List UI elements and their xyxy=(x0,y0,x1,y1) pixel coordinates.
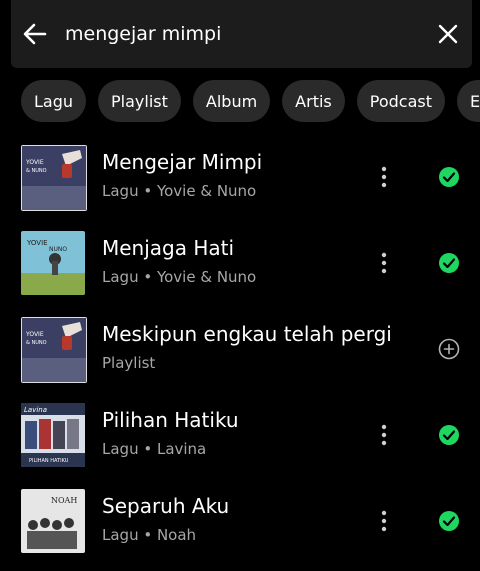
result-row[interactable]: NOAH Separuh Aku Lagu • Noah xyxy=(0,485,480,571)
album-art: Lavina PILIHAN HATIKU xyxy=(21,403,85,467)
album-art: YOVIE & NUNO xyxy=(21,145,87,211)
add-button[interactable] xyxy=(437,337,461,361)
check-circle-icon xyxy=(439,425,459,445)
chip-artis[interactable]: Artis xyxy=(282,80,345,122)
result-subtitle: Lagu • Yovie & Nuno xyxy=(102,268,257,286)
added-check-button[interactable] xyxy=(437,165,461,189)
arrow-left-icon xyxy=(23,23,47,45)
svg-text:YOVIE: YOVIE xyxy=(25,159,44,166)
filter-chips: Lagu Playlist Album Artis Podcast Ep xyxy=(21,80,480,122)
result-title: Mengejar Mimpi xyxy=(102,150,263,174)
search-bar xyxy=(11,0,472,68)
clear-search-button[interactable] xyxy=(428,14,468,54)
added-check-button[interactable] xyxy=(437,423,461,447)
result-subtitle: Lagu • Yovie & Nuno xyxy=(102,182,257,200)
result-title: Meskipun engkau telah pergi xyxy=(102,322,392,346)
album-art: YOVIE NUNO xyxy=(21,231,85,295)
result-title: Separuh Aku xyxy=(102,494,230,518)
svg-text:& NUNO: & NUNO xyxy=(26,168,47,174)
svg-text:Lavina: Lavina xyxy=(24,406,47,414)
check-circle-icon xyxy=(439,167,459,187)
chip-episode[interactable]: Ep xyxy=(456,80,480,122)
svg-text:& NUNO: & NUNO xyxy=(26,340,47,346)
more-options-button[interactable] xyxy=(372,163,396,191)
svg-text:YOVIE: YOVIE xyxy=(26,239,48,247)
plus-circle-icon xyxy=(438,338,460,360)
svg-text:YOVIE: YOVIE xyxy=(25,331,44,338)
close-icon xyxy=(438,24,458,44)
chip-album[interactable]: Album xyxy=(192,80,271,122)
added-check-button[interactable] xyxy=(437,509,461,533)
added-check-button[interactable] xyxy=(437,251,461,275)
result-subtitle: Lagu • Noah xyxy=(102,526,197,544)
svg-text:NOAH: NOAH xyxy=(51,496,77,505)
result-title: Menjaga Hati xyxy=(102,236,235,260)
result-subtitle: Playlist xyxy=(102,354,156,372)
svg-text:NUNO: NUNO xyxy=(49,246,67,253)
check-circle-icon xyxy=(439,253,459,273)
check-circle-icon xyxy=(439,511,459,531)
more-vertical-icon xyxy=(381,166,387,188)
chip-podcast[interactable]: Podcast xyxy=(356,80,445,122)
playlist-art: YOVIE & NUNO xyxy=(21,317,87,383)
result-row[interactable]: YOVIE & NUNO Meskipun engkau telah pergi… xyxy=(0,313,480,399)
result-row[interactable]: YOVIE & NUNO Mengejar Mimpi Lagu • Yovie… xyxy=(0,141,480,227)
back-button[interactable] xyxy=(15,14,55,54)
result-title: Pilihan Hatiku xyxy=(102,408,239,432)
result-row[interactable]: Lavina PILIHAN HATIKU Pilihan Hatiku Lag… xyxy=(0,399,480,485)
more-options-button[interactable] xyxy=(372,249,396,277)
result-row[interactable]: YOVIE NUNO Menjaga Hati Lagu • Yovie & N… xyxy=(0,227,480,313)
search-results: YOVIE & NUNO Mengejar Mimpi Lagu • Yovie… xyxy=(0,141,480,571)
album-art: NOAH xyxy=(21,489,85,553)
chip-lagu[interactable]: Lagu xyxy=(21,80,87,122)
more-vertical-icon xyxy=(381,510,387,532)
more-vertical-icon xyxy=(381,424,387,446)
chip-playlist[interactable]: Playlist xyxy=(98,80,181,122)
more-vertical-icon xyxy=(381,252,387,274)
search-input[interactable] xyxy=(65,23,428,45)
more-options-button[interactable] xyxy=(372,421,396,449)
more-options-button[interactable] xyxy=(372,507,396,535)
result-subtitle: Lagu • Lavina xyxy=(102,440,207,458)
svg-text:PILIHAN HATIKU: PILIHAN HATIKU xyxy=(29,458,69,464)
